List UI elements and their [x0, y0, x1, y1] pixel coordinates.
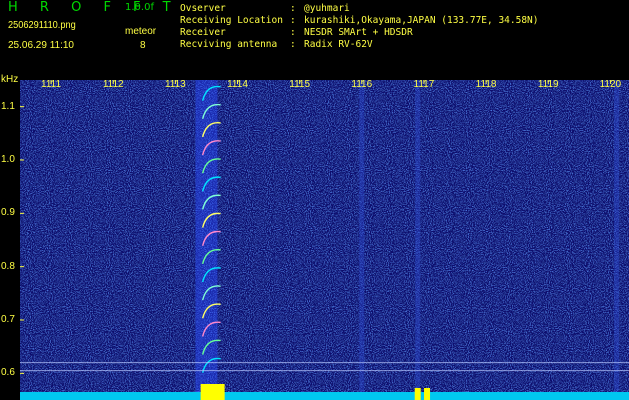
hrofft-window: H R O F F T 1.0.0f 2506291110.png 25.06.…	[0, 0, 629, 400]
y-tick-label: 0.9	[1, 207, 15, 219]
info-label: Ovserver	[180, 3, 226, 14]
y-tick-label: 1.0	[1, 154, 15, 165]
vertical-signal-column	[359, 80, 365, 400]
header-panel: H R O F F T 1.0.0f 2506291110.png 25.06.…	[0, 0, 629, 72]
spectrogram-plot	[20, 80, 629, 400]
bottom-yellow-block	[200, 384, 225, 400]
info-separator: :	[290, 3, 296, 14]
y-tick-label: 0.8	[1, 260, 15, 272]
date-time: 25.06.29 11:10	[8, 40, 74, 51]
info-separator: :	[290, 39, 296, 50]
info-value: NESDR SMArt + HDSDR	[304, 27, 413, 38]
info-label: Recviving antenna	[180, 39, 278, 50]
info-row-observer: Ovserver: @yuhmari	[180, 3, 350, 15]
meteor-label: meteor	[125, 26, 157, 37]
info-value: @yuhmari	[304, 3, 350, 14]
noise-sparkle-layer	[20, 80, 629, 400]
info-separator: :	[290, 27, 296, 38]
app-version: 1.0.0f	[125, 2, 154, 13]
info-value: kurashiki,Okayama,JAPAN (133.77E, 34.58N…	[304, 15, 539, 26]
y-tick-label: 1.1	[1, 100, 15, 112]
info-label: Receiver	[180, 27, 226, 38]
x-tick-label: 1112	[102, 79, 124, 90]
bottom-cyan-band	[20, 392, 629, 400]
meteor-count: 8	[140, 40, 146, 51]
info-row-location: Receiving Location: kurashiki,Okayama,JAP…	[180, 15, 539, 27]
x-axis: 1111 1112 1113 1114 1115 1116 1117 1118 1119 1120	[20, 72, 629, 92]
x-tick-label: 1114	[227, 79, 248, 90]
x-tick-label: 1113	[164, 79, 186, 90]
y-axis: kHz 1.1 1.0 0.9 0.8 0.7 0.6	[0, 72, 20, 400]
info-row-antenna: Recviving antenna: Radix RV-62V	[180, 39, 373, 51]
x-tick-label: 1115	[289, 79, 311, 90]
bottom-yellow-tick	[424, 388, 431, 400]
info-label: Receiving Location	[180, 15, 283, 26]
y-tick-label: 0.7	[1, 314, 15, 325]
y-tick-label: 0.6	[1, 367, 15, 379]
vertical-signal-column	[614, 80, 620, 400]
x-tick-label: 1117	[413, 79, 435, 90]
x-tick-label: 1119	[537, 79, 559, 90]
info-separator: :	[290, 15, 296, 26]
x-tick-label: 1116	[351, 79, 373, 90]
vertical-signal-column	[415, 80, 421, 400]
info-value: Radix RV-62V	[304, 39, 373, 50]
y-axis-unit: kHz	[1, 74, 19, 85]
info-row-receiver: Receiver: NESDR SMArt + HDSDR	[180, 27, 413, 39]
x-tick-label: 1111	[41, 79, 62, 90]
bottom-yellow-tick	[414, 388, 421, 400]
file-name: 2506291110.png	[8, 20, 76, 31]
x-tick-label: 1120	[599, 79, 622, 90]
x-tick-label: 1118	[475, 79, 497, 90]
spectrogram-svg	[20, 80, 629, 400]
